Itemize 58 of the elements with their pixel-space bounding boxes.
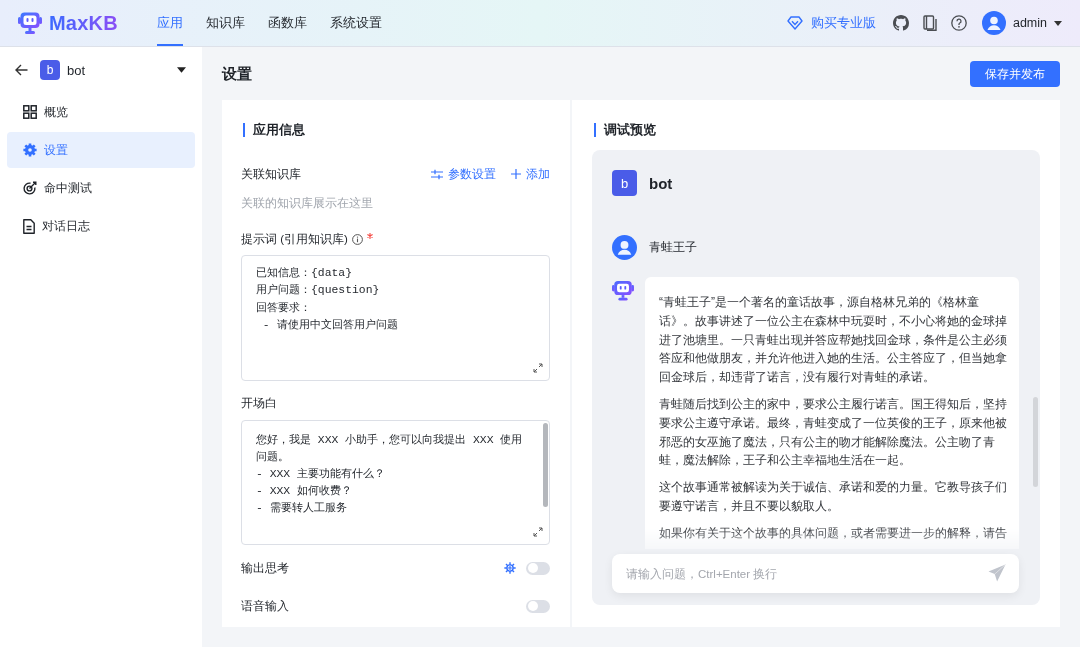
sliders-icon	[431, 168, 443, 180]
user-message: 青蛙王子	[649, 240, 697, 255]
user-avatar-icon	[612, 235, 637, 260]
caret-icon[interactable]	[177, 67, 186, 73]
settings-icon[interactable]	[504, 562, 516, 574]
user-name[interactable]: admin	[1012, 16, 1047, 30]
field-label: 关联知识库	[241, 166, 301, 182]
plus-icon	[511, 169, 521, 179]
switch-label: 语音输入	[241, 598, 289, 614]
robot-logo-icon	[18, 12, 42, 34]
section-title: 应用信息	[243, 123, 305, 137]
page-title: 设置	[222, 64, 252, 84]
save-publish-button[interactable]: 保存并发布	[970, 61, 1060, 87]
toggle-switch[interactable]	[526, 561, 550, 575]
answer-paragraph: 这个故事通常被解读为关于诚信、承诺和爱的力量。它教导孩子们要遵守诺言，并且不要以貌取人。	[659, 479, 1007, 515]
sidebar-item[interactable]: 概览	[7, 94, 195, 130]
scrollbar[interactable]	[1033, 397, 1038, 487]
answer-paragraph: 如果你有关于这个故事的具体问题，或者需要进一步的解释，请告	[659, 524, 1007, 542]
action-link[interactable]: 添加	[511, 166, 550, 182]
bot-name: bot	[649, 174, 673, 192]
upgrade-link[interactable]: 购买专业版	[786, 14, 876, 32]
book-icon[interactable]	[922, 15, 937, 31]
app-badge: b	[40, 60, 60, 80]
info-icon[interactable]	[351, 233, 363, 245]
target-icon	[23, 181, 37, 195]
caret-icon[interactable]	[1054, 20, 1062, 26]
bot-badge: b	[612, 170, 637, 196]
field-label: 提示词 (引用知识库)	[241, 231, 348, 247]
user-avatar-icon[interactable]	[981, 11, 1006, 35]
nav-tab[interactable]: 系统设置	[329, 0, 382, 46]
nav-tab[interactable]: 函数库	[267, 0, 307, 46]
answer-paragraph: 青蛙随后找到公主的家中，要求公主履行诺言。国王得知后，坚持要求公主遵守承诺。最终，青蛙变成了一位英俊的王子，原来他被邪恶的女巫施了魔法，只有公主的吻才能解除魔法。公主吻了青蛙，魔法解除，王子和公主幸福地生活在一起。	[659, 396, 1007, 470]
settings-icon	[23, 143, 37, 157]
action-link[interactable]: 参数设置	[431, 166, 496, 182]
expand-icon[interactable]	[533, 363, 543, 373]
robot-avatar-icon	[612, 280, 634, 301]
document-icon	[23, 218, 35, 234]
question-input[interactable]: 请输入问题，Ctrl+Enter 换行	[612, 554, 1019, 593]
sidebar-item[interactable]: 对话日志	[7, 208, 195, 244]
sidebar-item[interactable]: 命中测试	[7, 170, 195, 206]
scrollbar[interactable]	[543, 423, 548, 507]
section-title: 调试预览	[594, 123, 656, 137]
github-icon[interactable]	[892, 15, 909, 31]
grid-icon	[23, 105, 37, 119]
sidebar-item[interactable]: 设置	[7, 132, 195, 168]
toggle-switch[interactable]	[526, 599, 550, 613]
answer-paragraph: “青蛙王子”是一个著名的童话故事，源自格林兄弟的《格林童话》。故事讲述了一位公主在森林中玩耍时，不小心将她的金球掉进了池塘里。一只青蛙出现并答应帮她找回金球，条件是公主必须答应和他做朋友，并允许他进入她的生活。公主答应了，但当她拿回金球后，却违背了诺言，没有履行对青蛙的承诺。	[659, 294, 1007, 387]
expand-icon[interactable]	[533, 527, 543, 537]
empty-hint: 关联的知识库展示在这里	[241, 196, 373, 211]
back-arrow-icon[interactable]	[15, 64, 28, 76]
field-label: 开场白	[241, 395, 277, 411]
opening-field[interactable]: 您好，我是 XXX 小助手，您可以向我提出 XXX 使用问题。 - XXX 主要功能有什么？ - XXX 如何收费？ - 需要转人工服务	[241, 420, 550, 545]
help-icon[interactable]	[950, 15, 967, 31]
app-name: bot	[67, 62, 86, 78]
prompt-field[interactable]: 已知信息：{data} 用户问题：{question} 回答要求： - 请使用中文回答用户问题	[241, 255, 550, 381]
diamond-icon	[786, 16, 803, 30]
nav-tab[interactable]: 知识库	[205, 0, 245, 46]
switch-label: 输出思考	[241, 560, 289, 576]
